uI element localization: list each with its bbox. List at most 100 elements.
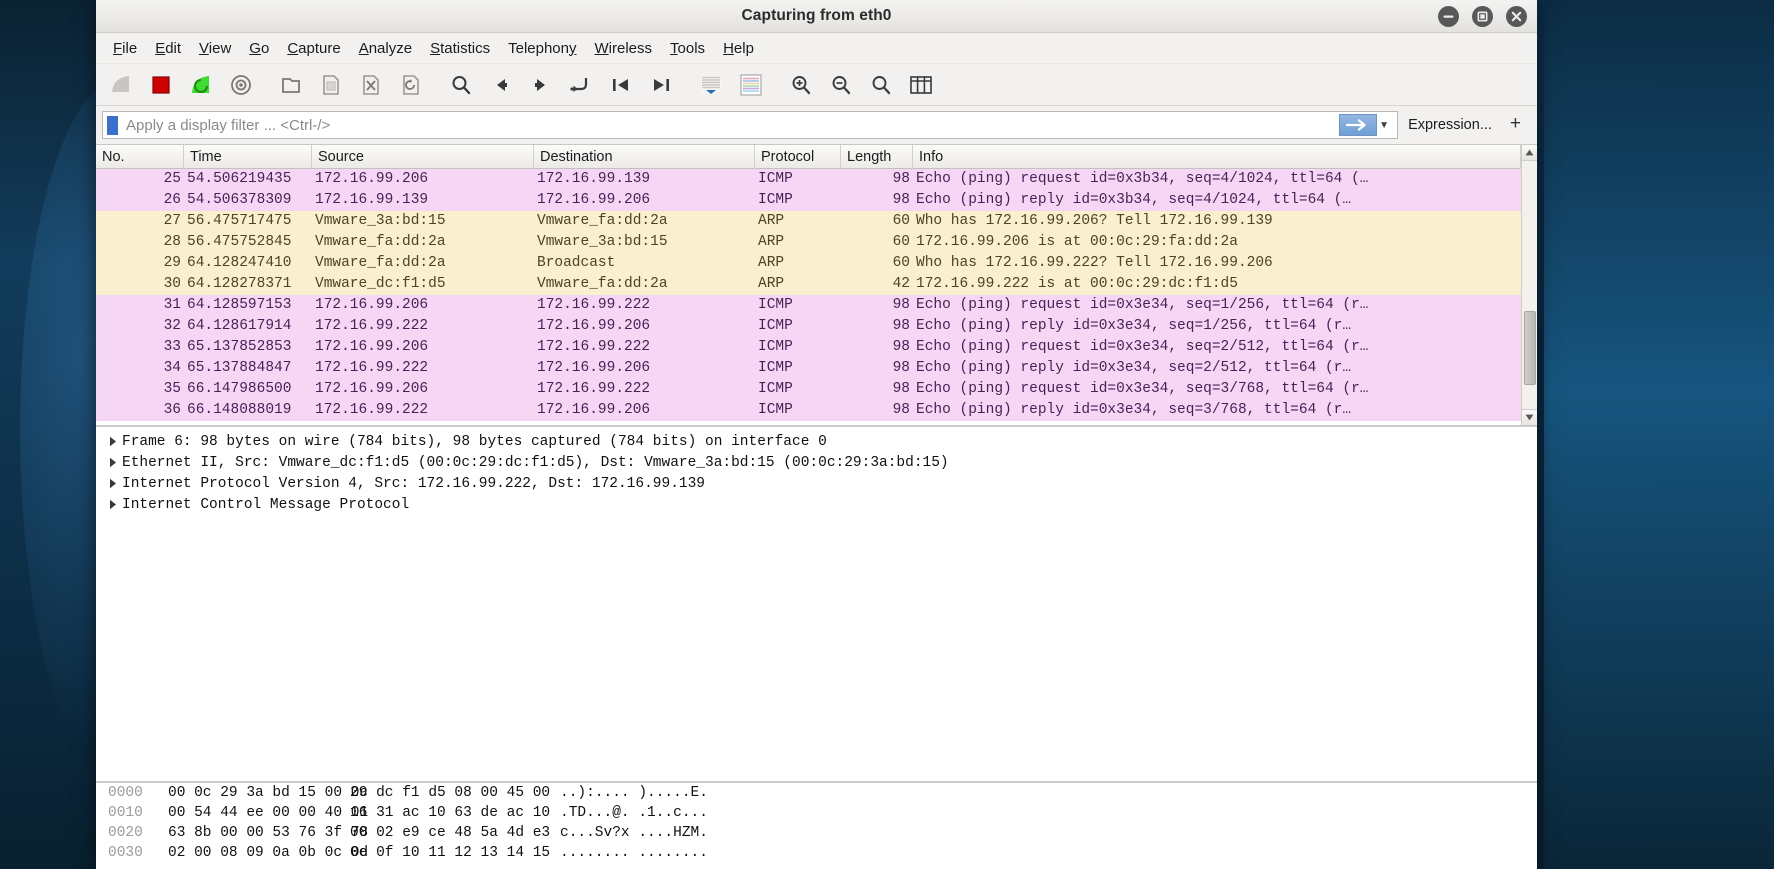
packet-cell-destination: 172.16.99.206 bbox=[537, 360, 651, 376]
packet-detail-line[interactable]: Internet Control Message Protocol bbox=[104, 494, 1537, 515]
packet-row[interactable]: 28 56.475752845 Vmware_fa:dd:2a Vmware_3a:b… bbox=[96, 232, 1521, 253]
packet-cell-no: 34 bbox=[163, 360, 181, 376]
packet-bytes-line[interactable]: 0010 00 54 44 ee 00 00 40 01 16 31 ac 10 6… bbox=[96, 803, 1537, 823]
packet-row[interactable]: 36 66.148088019 172.16.99.222 172.16.99.206… bbox=[96, 400, 1521, 421]
packet-column-header-time[interactable]: Time bbox=[184, 145, 312, 169]
packet-bytes-line[interactable]: 0020 63 8b 00 00 53 76 3f 78 00 02 e9 ce 4… bbox=[96, 823, 1537, 843]
restart-capture-icon[interactable] bbox=[182, 68, 220, 102]
packet-cell-length: 98 bbox=[892, 192, 910, 208]
packet-bytes-line[interactable]: 0000 00 0c 29 3a bd 15 00 0c 29 dc f1 d5 0… bbox=[96, 783, 1537, 803]
packet-column-header-no[interactable]: No. bbox=[96, 145, 184, 169]
expand-triangle-icon[interactable] bbox=[104, 478, 122, 489]
packet-cell-length: 98 bbox=[892, 360, 910, 376]
bytes-ascii: ........ ........ bbox=[560, 845, 708, 861]
zoom-reset-icon[interactable] bbox=[862, 68, 900, 102]
packet-row[interactable]: 25 54.506219435 172.16.99.206 172.16.99.139… bbox=[96, 169, 1521, 190]
bytes-hex2: 29 dc f1 d5 08 00 45 00 bbox=[350, 785, 551, 801]
packet-column-header-protocol[interactable]: Protocol bbox=[755, 145, 841, 169]
packet-cell-info: Echo (ping) request id=0x3b34, seq=4/102… bbox=[916, 171, 1369, 187]
menu-analyze[interactable]: Analyze bbox=[350, 37, 421, 60]
packet-row[interactable]: 29 64.128247410 Vmware_fa:dd:2a Broadcast AR… bbox=[96, 253, 1521, 274]
packet-cell-time: 64.128278371 bbox=[187, 276, 292, 292]
bytes-ascii: ..):.... ).....E. bbox=[560, 785, 708, 801]
packet-column-header-info[interactable]: Info bbox=[913, 145, 1521, 169]
packet-cell-destination: Vmware_fa:dd:2a bbox=[537, 276, 668, 292]
go-to-packet-icon[interactable] bbox=[562, 68, 600, 102]
packet-cell-destination: 172.16.99.206 bbox=[537, 192, 651, 208]
menu-go[interactable]: Go bbox=[240, 37, 278, 60]
open-file-icon[interactable] bbox=[272, 68, 310, 102]
packet-list-scroll-thumb[interactable] bbox=[1523, 311, 1536, 385]
packet-list-scroll-track[interactable] bbox=[1521, 161, 1537, 409]
packet-row[interactable]: 30 64.128278371 Vmware_dc:f1:d5 Vmware_fa:d… bbox=[96, 274, 1521, 295]
reload-file-icon[interactable] bbox=[392, 68, 430, 102]
packet-column-header-length[interactable]: Length bbox=[841, 145, 913, 169]
packet-cell-length: 98 bbox=[892, 297, 910, 313]
packet-list-vertical-scrollbar[interactable] bbox=[1521, 145, 1537, 425]
go-last-packet-icon[interactable] bbox=[642, 68, 680, 102]
packet-bytes-line[interactable]: 0030 02 00 08 09 0a 0b 0c 0d 0e 0f 10 11 1… bbox=[96, 843, 1537, 863]
bytes-hex1: 00 54 44 ee 00 00 40 01 bbox=[168, 805, 369, 821]
menu-tools[interactable]: Tools bbox=[661, 37, 714, 60]
packet-column-header-source[interactable]: Source bbox=[312, 145, 534, 169]
zoom-out-icon[interactable] bbox=[822, 68, 860, 102]
filter-expression-button[interactable]: Expression... bbox=[1398, 117, 1502, 133]
packet-detail-line[interactable]: Internet Protocol Version 4, Src: 172.16… bbox=[104, 473, 1537, 494]
filter-bookmark-icon[interactable] bbox=[107, 115, 118, 135]
packet-cell-destination: 172.16.99.222 bbox=[537, 297, 651, 313]
add-filter-button[interactable]: + bbox=[1502, 113, 1531, 137]
close-icon[interactable] bbox=[1506, 6, 1527, 27]
packet-row[interactable]: 35 66.147986500 172.16.99.206 172.16.99.222… bbox=[96, 379, 1521, 400]
resize-columns-icon[interactable] bbox=[902, 68, 940, 102]
expand-triangle-icon[interactable] bbox=[104, 499, 122, 510]
menu-capture[interactable]: Capture bbox=[278, 37, 349, 60]
zoom-in-icon[interactable] bbox=[782, 68, 820, 102]
menu-telephony[interactable]: Telephony bbox=[499, 37, 585, 60]
desktop-background-right bbox=[1544, 0, 1774, 869]
menu-statistics[interactable]: Statistics bbox=[421, 37, 499, 60]
packet-cell-destination: Broadcast bbox=[537, 255, 616, 271]
packet-row[interactable]: 31 64.128597153 172.16.99.206 172.16.99.222… bbox=[96, 295, 1521, 316]
capture-options-icon[interactable] bbox=[222, 68, 260, 102]
scroll-down-arrow-icon[interactable] bbox=[1521, 409, 1537, 425]
packet-cell-no: 27 bbox=[163, 213, 181, 229]
find-packet-icon[interactable] bbox=[442, 68, 480, 102]
go-back-icon[interactable] bbox=[482, 68, 520, 102]
menu-wireless[interactable]: Wireless bbox=[586, 37, 662, 60]
menu-file[interactable]: File bbox=[104, 37, 146, 60]
packet-column-header-destination[interactable]: Destination bbox=[534, 145, 755, 169]
packet-row[interactable]: 33 65.137852853 172.16.99.206 172.16.99.222… bbox=[96, 337, 1521, 358]
auto-scroll-icon[interactable] bbox=[692, 68, 730, 102]
filter-dropdown-caret-icon[interactable]: ▼ bbox=[1379, 120, 1389, 131]
start-capture-icon[interactable] bbox=[102, 68, 140, 102]
display-filter-input[interactable]: Apply a display filter ... <Ctrl-/> ▼ bbox=[102, 111, 1399, 139]
menu-edit[interactable]: Edit bbox=[146, 37, 190, 60]
packet-cell-protocol: ICMP bbox=[758, 360, 793, 376]
expand-triangle-icon[interactable] bbox=[104, 457, 122, 468]
scroll-up-arrow-icon[interactable] bbox=[1521, 145, 1537, 161]
maximize-icon[interactable] bbox=[1472, 6, 1493, 27]
menu-help[interactable]: Help bbox=[714, 37, 763, 60]
packet-cell-source: Vmware_dc:f1:d5 bbox=[315, 276, 446, 292]
apply-filter-arrow-icon[interactable] bbox=[1339, 114, 1378, 136]
save-file-icon[interactable] bbox=[312, 68, 350, 102]
go-forward-icon[interactable] bbox=[522, 68, 560, 102]
window-title: Capturing from eth0 bbox=[741, 7, 892, 24]
minimize-icon[interactable] bbox=[1438, 6, 1459, 27]
packet-list-pane: No. Time Source Destination Protocol Length In… bbox=[96, 144, 1537, 425]
close-file-icon[interactable] bbox=[352, 68, 390, 102]
packet-detail-line[interactable]: Ethernet II, Src: Vmware_dc:f1:d5 (00:0c… bbox=[104, 452, 1537, 473]
packet-detail-line[interactable]: Frame 6: 98 bytes on wire (784 bits), 98… bbox=[104, 431, 1537, 452]
packet-row[interactable]: 27 56.475717475 Vmware_3a:bd:15 Vmware_fa:d… bbox=[96, 211, 1521, 232]
packet-row[interactable]: 32 64.128617914 172.16.99.222 172.16.99.206… bbox=[96, 316, 1521, 337]
bytes-offset: 0000 bbox=[108, 785, 143, 801]
colorize-packets-icon[interactable] bbox=[732, 68, 770, 102]
packet-detail-text: Internet Protocol Version 4, Src: 172.16… bbox=[122, 475, 705, 492]
stop-capture-icon[interactable] bbox=[142, 68, 180, 102]
packet-cell-protocol: ARP bbox=[758, 234, 785, 250]
menu-view[interactable]: View bbox=[190, 37, 240, 60]
expand-triangle-icon[interactable] bbox=[104, 436, 122, 447]
packet-row[interactable]: 26 54.506378309 172.16.99.139 172.16.99.206… bbox=[96, 190, 1521, 211]
go-first-packet-icon[interactable] bbox=[602, 68, 640, 102]
packet-row[interactable]: 34 65.137884847 172.16.99.222 172.16.99.206… bbox=[96, 358, 1521, 379]
